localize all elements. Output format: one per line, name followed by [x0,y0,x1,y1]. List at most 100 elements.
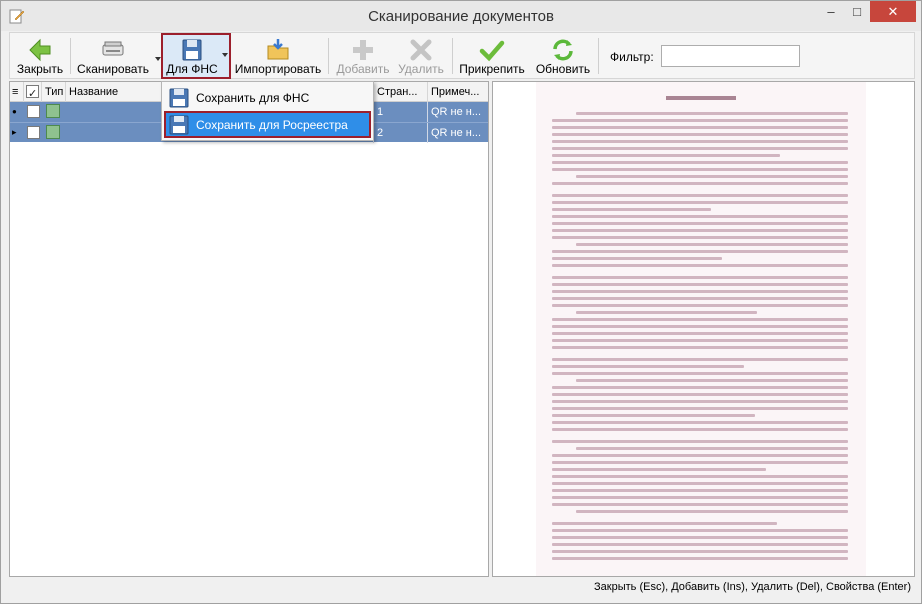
scanner-icon [102,41,124,56]
blurred-text-line [552,194,848,197]
blurred-text-line [552,283,848,286]
blurred-text-line [552,161,848,164]
plus-icon [353,40,373,60]
attach-button[interactable]: Прикрепить [456,33,528,79]
blurred-text-line [552,407,848,410]
blurred-text-line [552,264,848,267]
blurred-text-line [552,496,848,499]
row-note: QR не н... [431,127,482,139]
row-checkbox[interactable] [27,126,40,139]
blurred-text-line [552,304,848,307]
floppy-disk-icon [169,115,189,135]
blurred-text-line [552,215,848,218]
scan-button[interactable]: Сканировать [74,33,152,79]
fns-dropdown-arrow[interactable] [222,53,228,57]
blurred-text-line [552,414,755,417]
blurred-text-line [552,372,848,375]
blurred-text-line [552,440,848,443]
floppy-disk-icon [182,39,202,61]
blurred-text-line [552,318,848,321]
fns-button[interactable]: Для ФНС [163,33,221,79]
blurred-text-line [552,297,848,300]
scan-button-label: Сканировать [77,62,149,76]
blurred-text-line [552,536,848,539]
blurred-text-line [552,346,848,349]
status-bar: Закрыть (Esc), Добавить (Ins), Удалить (… [9,579,915,597]
document-heading-blur [666,96,736,100]
select-all-cell [24,82,42,102]
minimize-button[interactable]: ‒ [818,1,844,22]
blurred-text-line [552,557,848,560]
menu-item-save-rosreestr[interactable]: Сохранить для Росреестра [164,111,371,138]
title-bar: Сканирование документов ‒ □ ✕ [1,1,921,31]
blurred-text-line [552,428,848,431]
refresh-button[interactable]: Обновить [532,33,594,79]
scanned-page-image [536,82,866,576]
blurred-text-line [552,461,848,464]
blurred-text-line [552,421,848,424]
blurred-text-line [552,182,848,185]
blurred-text-line [552,201,848,204]
blurred-text-line [552,147,848,150]
filter-input[interactable] [661,45,800,67]
blurred-text-line [576,379,848,382]
blurred-text-line [552,208,711,211]
blurred-text-line [552,393,848,396]
add-button-label: Добавить [336,62,390,76]
select-all-checkbox[interactable] [26,84,39,102]
blurred-text-line [576,243,848,246]
menu-item-save-fns[interactable]: Сохранить для ФНС [164,84,371,111]
blurred-text-line [552,126,848,129]
floppy-disk-icon [169,88,189,108]
row-pages: 2 [374,123,428,143]
blurred-text-line [552,222,848,225]
blurred-text-line [552,332,848,335]
keyboard-shortcuts-hint: Закрыть (Esc), Добавить (Ins), Удалить (… [594,581,911,593]
refresh-icon [553,39,573,61]
blurred-text-line [552,168,848,171]
column-header-type[interactable]: Тип [42,82,66,102]
blurred-text-line [552,522,777,525]
close-button[interactable]: Закрыть [12,33,68,79]
column-header-note[interactable]: Примеч... [428,82,488,102]
blurred-text-line [552,229,848,232]
column-header-pages[interactable]: Стран... [374,82,428,102]
maximize-button[interactable]: □ [844,1,870,22]
blurred-text-line [552,358,848,361]
blurred-text-line [552,236,848,239]
blurred-text-line [552,365,744,368]
toolbar-separator [70,38,71,74]
x-delete-icon [410,39,432,61]
column-chooser-icon[interactable]: ≡ [10,82,24,102]
close-window-button[interactable]: ✕ [870,1,916,22]
blurred-text-line [576,311,757,314]
blurred-text-line [552,133,848,136]
blurred-text-line [552,489,848,492]
row-note: QR не н... [431,106,482,118]
blurred-text-line [552,339,848,342]
toolbar-separator [598,38,599,74]
add-button[interactable]: Добавить [334,33,392,79]
row-pages: 1 [374,102,428,122]
import-button[interactable]: Импортировать [233,33,323,79]
row-checkbox[interactable] [27,105,40,118]
filter-label: Фильтр: [610,50,654,64]
menu-item-label: Сохранить для Росреестра [196,118,348,132]
image-document-icon [46,104,60,118]
blurred-text-line [552,154,780,157]
blurred-text-line [552,250,848,253]
blurred-text-line [552,550,848,553]
attach-button-label: Прикрепить [459,62,525,76]
blurred-text-line [552,529,848,532]
delete-button[interactable]: Удалить [394,33,448,79]
menu-item-label: Сохранить для ФНС [196,91,310,105]
image-document-icon [46,125,60,139]
toolbar-separator [452,38,453,74]
delete-button-label: Удалить [398,62,444,76]
blurred-text-line [552,475,848,478]
current-row-indicator: ● [12,107,17,116]
refresh-button-label: Обновить [535,62,591,76]
blurred-text-line [552,400,848,403]
blurred-text-line [552,257,722,260]
fns-dropdown-menu: Сохранить для ФНС Сохранить для Росреест… [161,81,374,141]
